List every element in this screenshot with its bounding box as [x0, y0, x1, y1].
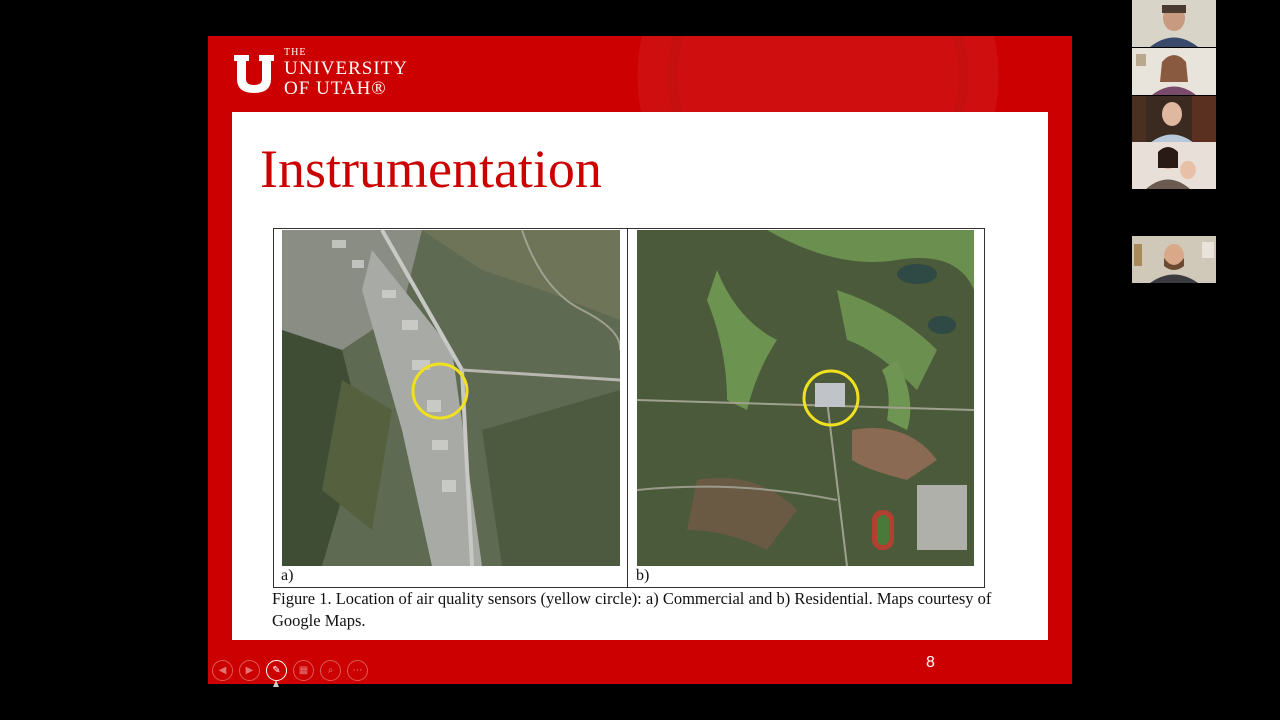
slide-title: Instrumentation	[260, 139, 602, 199]
satellite-map-commercial	[282, 230, 620, 566]
figure-1: a) b)	[273, 228, 985, 588]
slideshow-controls: ◀ ▶ ✎ ▦ ⌕ ⋯	[212, 660, 368, 681]
previous-slide-icon: ◀	[218, 665, 227, 676]
slides-grid-icon: ▦	[298, 665, 309, 676]
figure-label-b: b)	[636, 567, 650, 584]
zoom-button[interactable]: ⌕	[320, 660, 341, 681]
mouse-cursor-icon	[273, 680, 279, 687]
figure-caption: Figure 1. Location of air quality sensor…	[272, 589, 992, 630]
next-slide-icon: ▶	[245, 665, 254, 676]
slide-page-number: 8	[926, 654, 935, 671]
logo-line-the: THE	[284, 47, 307, 58]
block-u-logo-icon	[232, 51, 276, 95]
university-logo: THE UNIVERSITY OF UTAH®	[232, 47, 408, 99]
satellite-map-residential	[637, 230, 974, 566]
figure-label-a: a)	[281, 567, 294, 584]
logo-line-of-utah: OF UTAH®	[284, 78, 387, 99]
pen-icon: ✎	[272, 665, 281, 676]
participant-video-tile[interactable]	[1132, 0, 1216, 47]
more-options-icon: ⋯	[352, 665, 363, 676]
participant-video-tile[interactable]	[1132, 236, 1216, 283]
participant-video-tile[interactable]	[1132, 48, 1216, 95]
see-all-slides-button[interactable]: ▦	[293, 660, 314, 681]
more-options-button[interactable]: ⋯	[347, 660, 368, 681]
participant-video-tile[interactable]	[1132, 96, 1216, 143]
slide-content-area: Instrumentation a) b) Figure 1. Location…	[232, 112, 1048, 640]
pen-tool-button[interactable]: ✎	[266, 660, 287, 681]
next-slide-button[interactable]: ▶	[239, 660, 260, 681]
previous-slide-button[interactable]: ◀	[212, 660, 233, 681]
zoom-icon: ⌕	[327, 665, 334, 676]
participant-video-tile[interactable]	[1132, 142, 1216, 189]
presentation-slide: THE UNIVERSITY OF UTAH® Instrumentation	[208, 36, 1072, 684]
logo-line-university: UNIVERSITY	[284, 58, 408, 79]
